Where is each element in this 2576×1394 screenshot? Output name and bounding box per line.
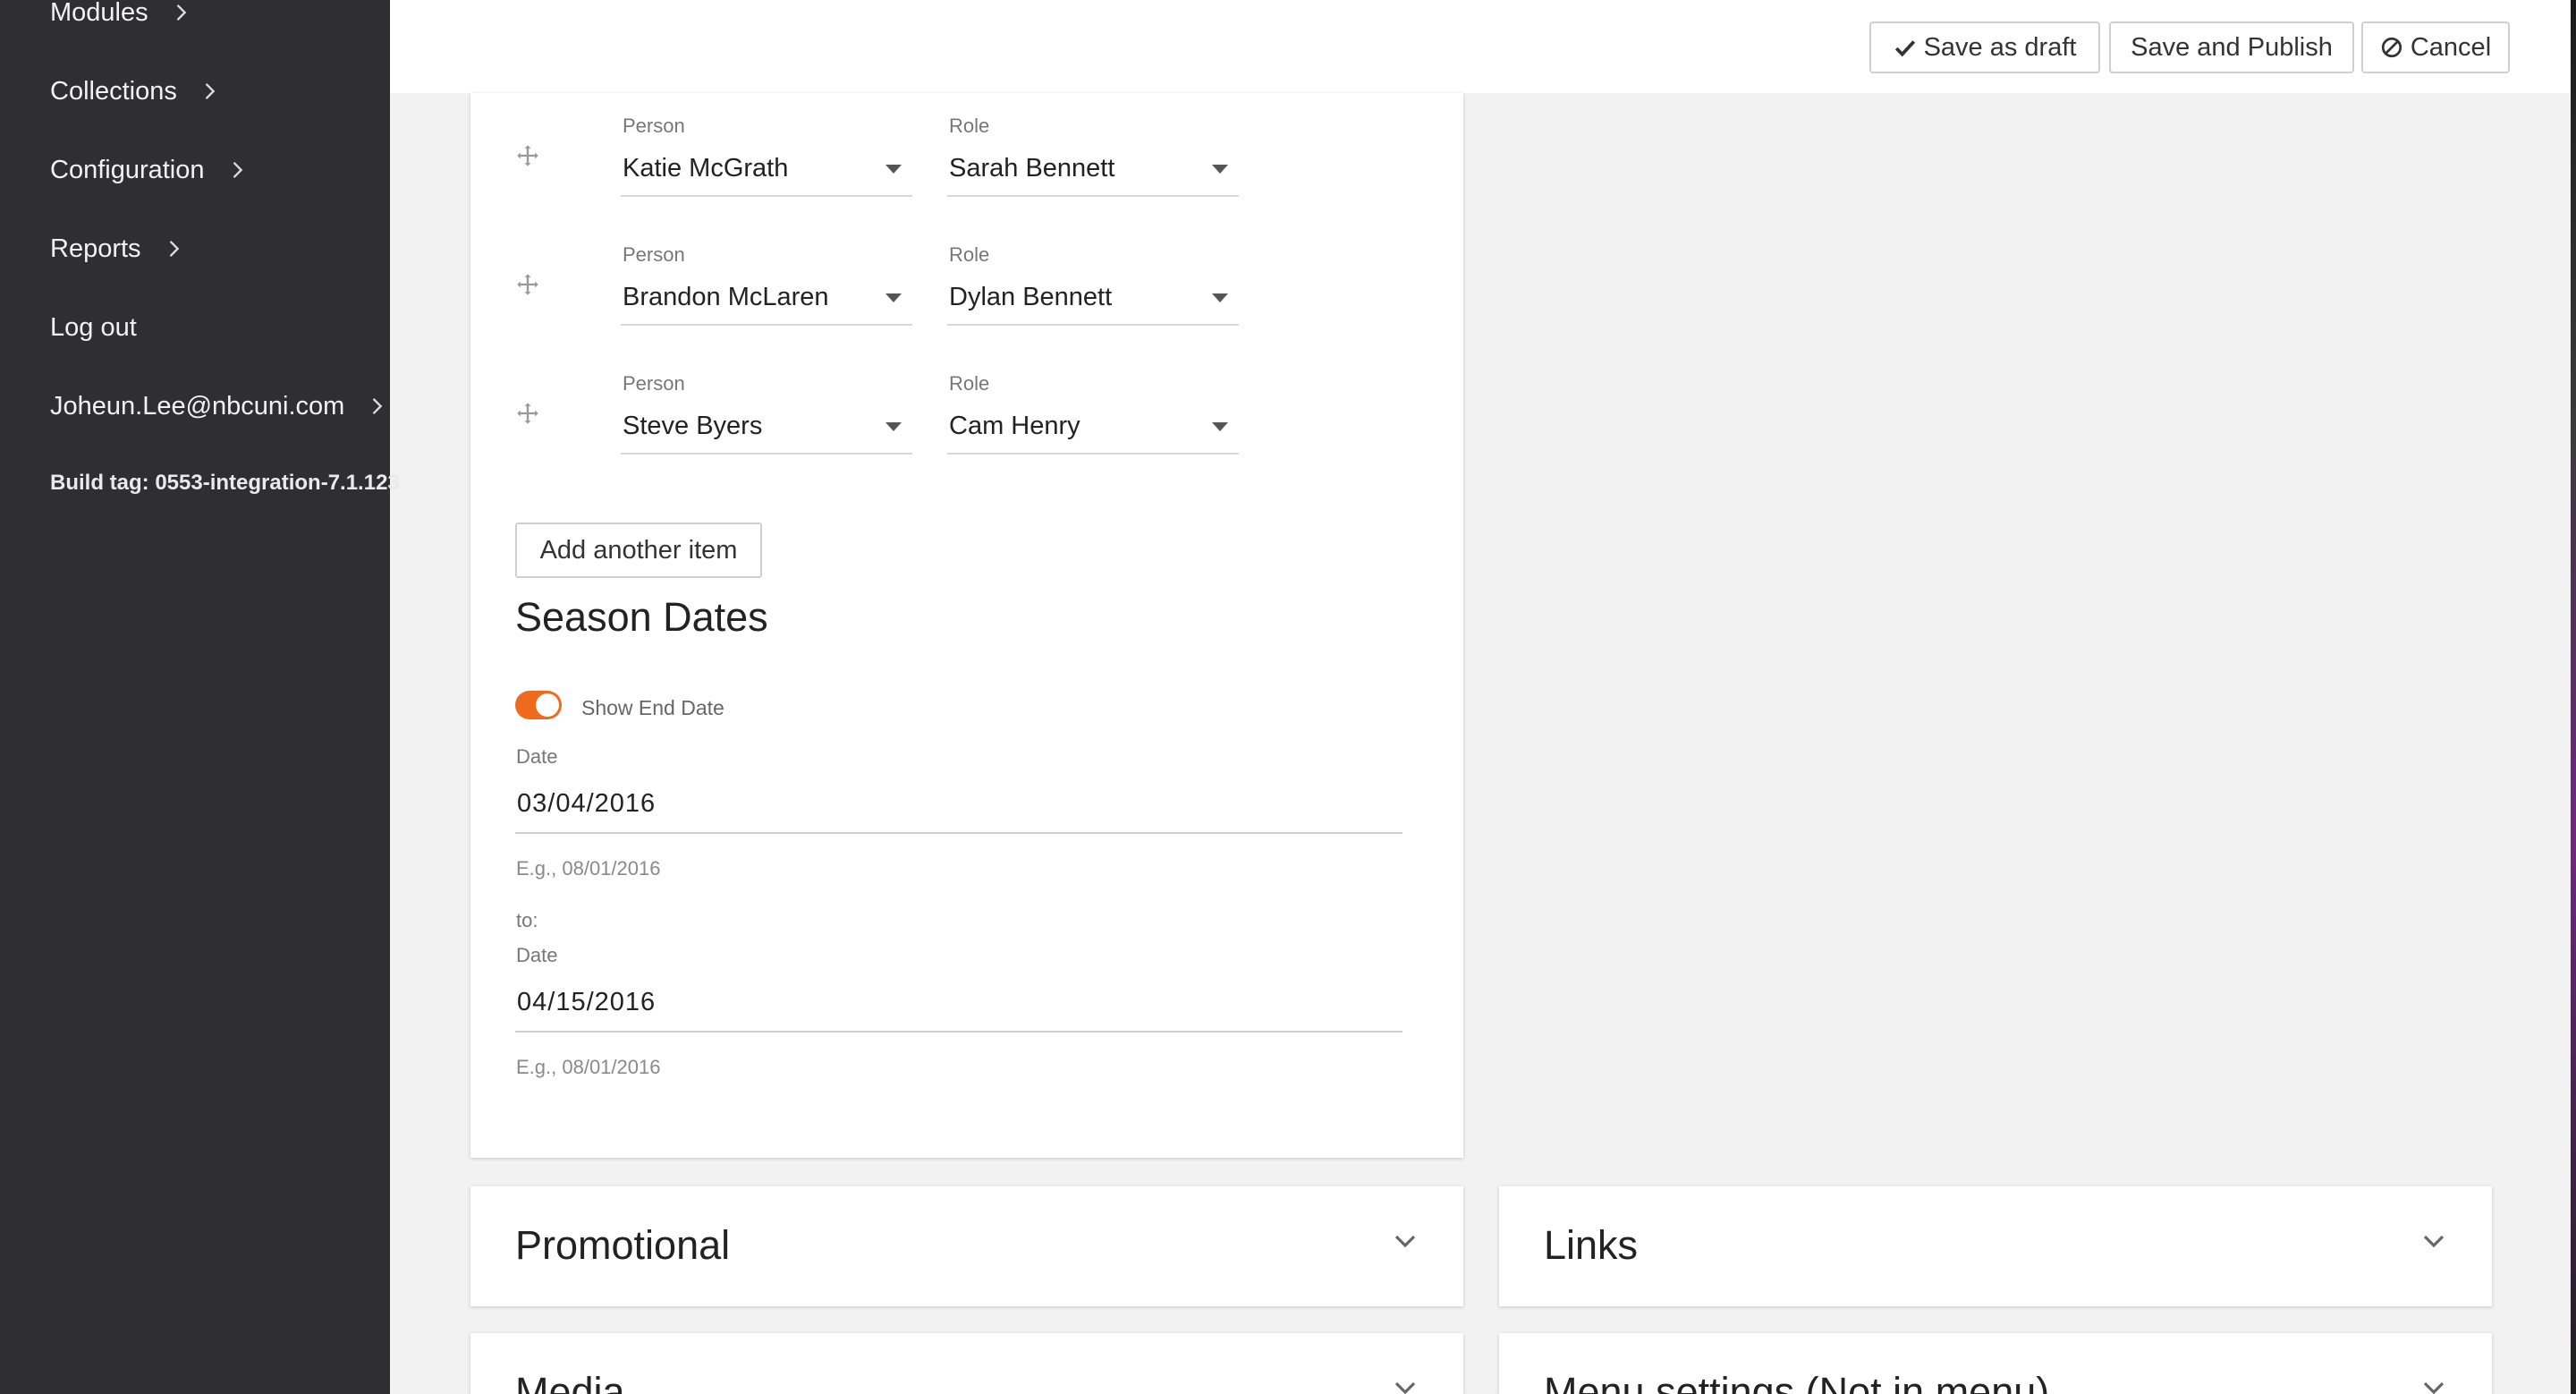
build-tag: Build tag: 0553-integration-7.1.123 bbox=[50, 471, 400, 495]
person-label: Person bbox=[623, 243, 685, 266]
end-date-hint: E.g., 08/01/2016 bbox=[516, 1056, 661, 1078]
role-label: Role bbox=[949, 372, 990, 395]
top-toolbar: Save as draft Save and Publish Cancel bbox=[390, 0, 2576, 93]
person-value: Brandon McLaren bbox=[623, 283, 829, 311]
sidebar-item-label: Log out bbox=[50, 312, 137, 342]
caret-down-icon bbox=[886, 422, 902, 431]
cancel-label: Cancel bbox=[2410, 32, 2492, 62]
chevron-right-icon bbox=[373, 398, 383, 414]
chevron-down-icon bbox=[1394, 1235, 1416, 1248]
chevron-right-icon bbox=[169, 241, 179, 257]
sidebar-item-label: Joheun.Lee@nbcuni.com bbox=[50, 391, 345, 421]
show-end-date-toggle[interactable] bbox=[515, 691, 562, 719]
end-date-input[interactable]: 04/15/2016 bbox=[515, 979, 1402, 1033]
caret-down-icon bbox=[886, 293, 902, 302]
sidebar-item-modules[interactable]: Modules bbox=[50, 0, 193, 36]
sidebar: Modules Collections Configuration Report… bbox=[0, 0, 400, 1394]
window-edge bbox=[2571, 0, 2576, 1394]
menu-settings-title: Menu settings (Not in menu) bbox=[1544, 1369, 2050, 1394]
save-draft-label: Save as draft bbox=[1923, 32, 2077, 62]
links-title: Links bbox=[1544, 1222, 1639, 1268]
role-value: Cam Henry bbox=[949, 412, 1080, 440]
sidebar-item-collections[interactable]: Collections bbox=[50, 68, 222, 115]
caret-down-icon bbox=[1212, 422, 1228, 431]
links-panel[interactable]: Links bbox=[1499, 1186, 2492, 1306]
chevron-down-icon bbox=[2423, 1381, 2445, 1394]
person-value: Katie McGrath bbox=[623, 154, 789, 183]
check-icon bbox=[1894, 40, 1915, 57]
to-label: to: bbox=[516, 909, 538, 931]
sidebar-item-label: Modules bbox=[50, 0, 148, 27]
sidebar-item-label: Configuration bbox=[50, 155, 205, 184]
person-label: Person bbox=[623, 115, 685, 137]
role-value: Dylan Bennett bbox=[949, 283, 1113, 311]
start-date-hint: E.g., 08/01/2016 bbox=[516, 857, 661, 880]
media-panel[interactable]: Media bbox=[470, 1333, 1463, 1394]
toggle-knob bbox=[536, 693, 559, 717]
season-dates-title: Season Dates bbox=[515, 594, 768, 640]
end-date-value: 04/15/2016 bbox=[517, 988, 657, 1016]
save-publish-button[interactable]: Save and Publish bbox=[2109, 21, 2354, 73]
sidebar-item-user[interactable]: Joheun.Lee@nbcuni.com bbox=[50, 383, 389, 429]
show-end-date-label: Show End Date bbox=[581, 696, 724, 719]
save-publish-label: Save and Publish bbox=[2131, 32, 2333, 62]
person-select[interactable]: Steve Byers bbox=[621, 408, 912, 455]
person-select[interactable]: Brandon McLaren bbox=[621, 279, 912, 326]
caret-down-icon bbox=[1212, 293, 1228, 302]
sidebar-item-reports[interactable]: Reports bbox=[50, 225, 186, 272]
drag-handle-icon[interactable] bbox=[515, 143, 540, 168]
sidebar-item-label: Collections bbox=[50, 76, 177, 106]
chevron-right-icon bbox=[205, 83, 216, 99]
start-date-label: Date bbox=[516, 745, 558, 768]
menu-settings-panel[interactable]: Menu settings (Not in menu) bbox=[1499, 1333, 2492, 1394]
caret-down-icon bbox=[1212, 165, 1228, 174]
role-label: Role bbox=[949, 115, 990, 137]
add-another-item-button[interactable]: Add another item bbox=[515, 523, 762, 578]
person-label: Person bbox=[623, 372, 685, 395]
save-draft-button[interactable]: Save as draft bbox=[1869, 21, 2100, 73]
role-select[interactable]: Dylan Bennett bbox=[947, 279, 1239, 326]
role-select[interactable]: Cam Henry bbox=[947, 408, 1239, 455]
end-date-label: Date bbox=[516, 944, 558, 966]
role-label: Role bbox=[949, 243, 990, 266]
cancel-icon bbox=[2381, 37, 2402, 58]
chevron-right-icon bbox=[176, 4, 186, 21]
sidebar-item-configuration[interactable]: Configuration bbox=[50, 147, 250, 193]
drag-handle-icon[interactable] bbox=[515, 272, 540, 297]
promotional-title: Promotional bbox=[515, 1222, 731, 1268]
person-select[interactable]: Katie McGrath bbox=[621, 150, 912, 197]
sidebar-item-logout[interactable]: Log out bbox=[50, 304, 137, 351]
drag-handle-icon[interactable] bbox=[515, 401, 540, 426]
chevron-down-icon bbox=[2423, 1235, 2445, 1248]
sidebar-item-label: Reports bbox=[50, 234, 141, 263]
media-title: Media bbox=[515, 1369, 625, 1394]
role-select[interactable]: Sarah Bennett bbox=[947, 150, 1239, 197]
start-date-value: 03/04/2016 bbox=[517, 789, 657, 818]
chevron-right-icon bbox=[233, 162, 242, 178]
cancel-button[interactable]: Cancel bbox=[2361, 21, 2510, 73]
caret-down-icon bbox=[886, 165, 902, 174]
person-value: Steve Byers bbox=[623, 412, 763, 440]
chevron-down-icon bbox=[1394, 1381, 1416, 1394]
start-date-input[interactable]: 03/04/2016 bbox=[515, 780, 1402, 834]
promotional-panel[interactable]: Promotional bbox=[470, 1186, 1463, 1306]
role-value: Sarah Bennett bbox=[949, 154, 1115, 183]
